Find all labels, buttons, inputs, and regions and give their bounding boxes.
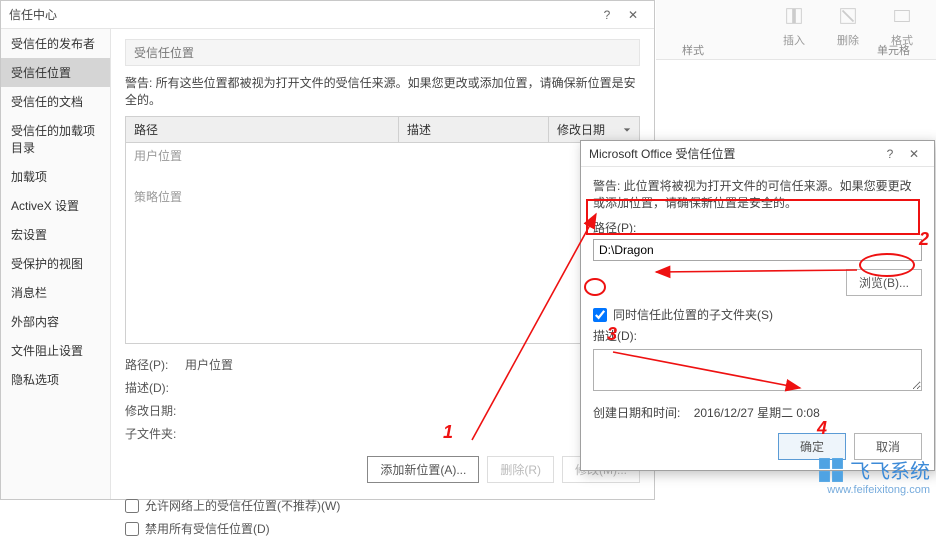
sidebar-item-activex[interactable]: ActiveX 设置 — [1, 191, 110, 220]
watermark-brand: 飞飞系统 — [850, 455, 930, 484]
format-icon — [888, 2, 916, 30]
ribbon-group-labels: 样式 单元格 — [656, 42, 936, 58]
browse-button[interactable]: 浏览(B)... — [846, 269, 922, 296]
th-date-label: 修改日期 — [557, 121, 605, 138]
sidebar-item-protected-view[interactable]: 受保护的视图 — [1, 249, 110, 278]
dialog-title: Microsoft Office 受信任位置 — [589, 145, 878, 162]
trust-center-titlebar: 信任中心 ? ✕ — [1, 1, 654, 29]
sidebar-item-trusted-locations[interactable]: 受信任位置 — [1, 58, 110, 87]
dialog-meta-label: 创建日期和时间: — [593, 406, 680, 420]
detail-path-value: 用户位置 — [185, 356, 640, 373]
delete-icon — [834, 2, 862, 30]
trust-center-sidebar: 受信任的发布者 受信任位置 受信任的文档 受信任的加载项目录 加载项 Activ… — [1, 29, 111, 499]
watermark-logo: 飞飞系统 — [818, 455, 930, 484]
anno-num-3: 3 — [607, 324, 617, 345]
trusted-location-dialog: Microsoft Office 受信任位置 ? ✕ 警告: 此位置将被视为打开… — [580, 140, 935, 471]
disable-all-checkbox[interactable] — [125, 522, 139, 536]
insert-icon — [780, 2, 808, 30]
help-button[interactable]: ? — [594, 8, 620, 22]
detail-sub-label: 子文件夹: — [125, 425, 185, 442]
trust-subfolders-check[interactable]: 同时信任此位置的子文件夹(S) — [593, 306, 922, 323]
dialog-meta: 创建日期和时间: 2016/12/27 星期二 0:08 — [593, 404, 922, 421]
disable-all-check[interactable]: 禁用所有受信任位置(D) — [125, 520, 640, 537]
dialog-path-input[interactable] — [593, 239, 922, 261]
trust-subfolders-checkbox[interactable] — [593, 308, 607, 322]
table-row-policy-locations[interactable]: 策略位置 — [126, 184, 639, 209]
anno-num-2: 2 — [919, 229, 929, 250]
disable-all-label: 禁用所有受信任位置(D) — [145, 520, 270, 537]
sidebar-item-trusted-publishers[interactable]: 受信任的发布者 — [1, 29, 110, 58]
th-desc[interactable]: 描述 — [399, 117, 549, 142]
dialog-warning: 警告: 此位置将被视为打开文件的可信任来源。如果您要更改或添加位置，请确保新位置… — [593, 177, 922, 211]
dialog-close-button[interactable]: ✕ — [902, 147, 926, 161]
section-title: 受信任位置 — [125, 39, 640, 66]
detail-path-label: 路径(P): — [125, 356, 185, 373]
locations-table: 路径 描述 修改日期 用户位置 策略位置 — [125, 116, 640, 344]
detail-date-label: 修改日期: — [125, 402, 185, 419]
th-path[interactable]: 路径 — [126, 117, 399, 142]
ribbon-cells-label: 单元格 — [877, 42, 910, 58]
windows-icon — [818, 457, 844, 483]
detail-desc-label: 描述(D): — [125, 379, 185, 396]
location-buttons: 添加新位置(A)... 删除(R) 修改(M)... — [125, 456, 640, 483]
section-warning: 警告: 所有这些位置都被视为打开文件的受信任来源。如果您更改或添加位置，请确保新… — [125, 74, 640, 108]
table-header: 路径 描述 修改日期 — [126, 117, 639, 143]
sidebar-item-privacy[interactable]: 隐私选项 — [1, 365, 110, 394]
trust-center-title: 信任中心 — [9, 6, 594, 23]
trust-subfolders-label: 同时信任此位置的子文件夹(S) — [613, 306, 773, 323]
trust-center-window: 信任中心 ? ✕ 受信任的发布者 受信任位置 受信任的文档 受信任的加载项目录 … — [0, 0, 655, 500]
sidebar-item-addins[interactable]: 加载项 — [1, 162, 110, 191]
sidebar-item-external-content[interactable]: 外部内容 — [1, 307, 110, 336]
anno-num-1: 1 — [443, 422, 453, 443]
detail-sub-value — [185, 425, 640, 442]
trust-center-main: 受信任位置 警告: 所有这些位置都被视为打开文件的受信任来源。如果您更改或添加位… — [111, 29, 654, 499]
sidebar-item-message-bar[interactable]: 消息栏 — [1, 278, 110, 307]
sidebar-item-trusted-documents[interactable]: 受信任的文档 — [1, 87, 110, 116]
add-location-button[interactable]: 添加新位置(A)... — [367, 456, 479, 483]
remove-location-button: 删除(R) — [487, 456, 554, 483]
sidebar-item-file-block[interactable]: 文件阻止设置 — [1, 336, 110, 365]
ribbon-style-label: 样式 — [682, 42, 704, 58]
anno-num-4: 4 — [817, 418, 827, 439]
dialog-meta-value: 2016/12/27 星期二 0:08 — [694, 406, 820, 420]
dialog-path-label: 路径(P): — [593, 219, 922, 236]
location-details: 路径(P):用户位置 描述(D): 修改日期: 子文件夹: — [125, 356, 640, 448]
allow-network-checkbox[interactable] — [125, 499, 139, 513]
dialog-desc-input[interactable] — [593, 349, 922, 391]
sidebar-item-macro[interactable]: 宏设置 — [1, 220, 110, 249]
dialog-help-button[interactable]: ? — [878, 147, 902, 161]
sort-desc-icon — [623, 126, 631, 134]
close-button[interactable]: ✕ — [620, 8, 646, 22]
dialog-titlebar: Microsoft Office 受信任位置 ? ✕ — [581, 141, 934, 167]
dialog-desc-label: 描述(D): — [593, 327, 922, 344]
watermark: 飞飞系统 www.feifeixitong.com — [818, 455, 930, 496]
detail-date-value — [185, 402, 640, 419]
table-row-user-locations[interactable]: 用户位置 — [126, 143, 639, 168]
location-options: 允许网络上的受信任位置(不推荐)(W) 禁用所有受信任位置(D) — [125, 497, 640, 543]
detail-desc-value — [185, 379, 640, 396]
sidebar-item-addin-catalog[interactable]: 受信任的加载项目录 — [1, 116, 110, 162]
watermark-url: www.feifeixitong.com — [827, 484, 930, 496]
th-date[interactable]: 修改日期 — [549, 117, 639, 142]
